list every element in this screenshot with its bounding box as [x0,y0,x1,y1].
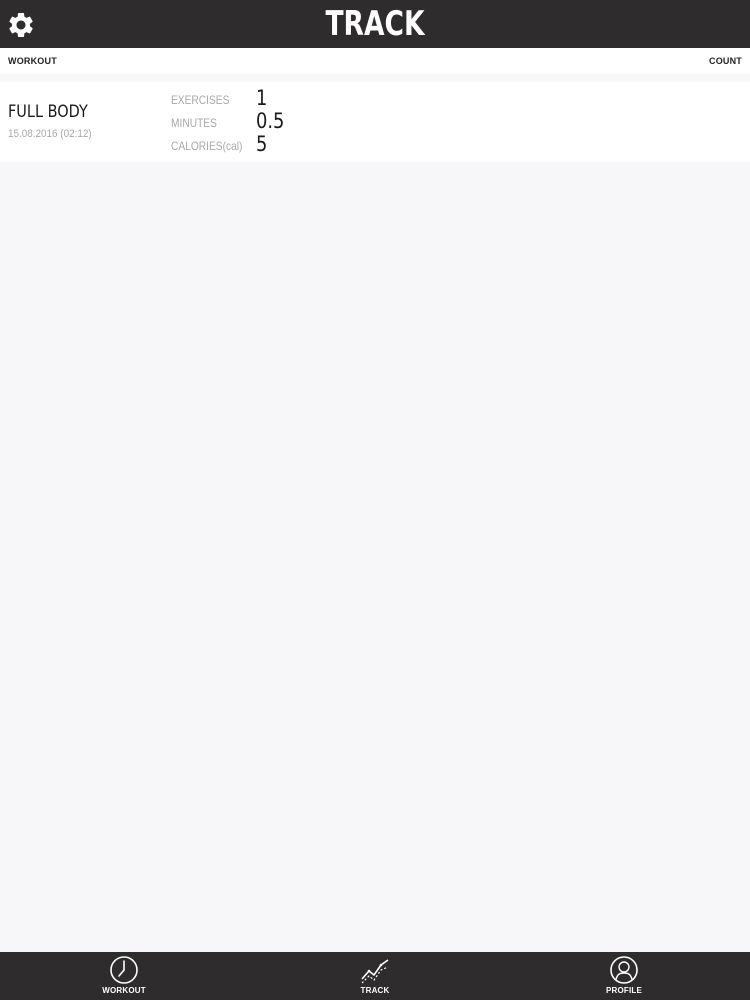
stat-value: 1 [256,86,268,110]
stat-value: 5 [256,132,268,156]
profile-icon [609,955,639,985]
column-header-workout: WORKOUT [8,56,57,66]
tab-profile[interactable]: PROFILE [584,952,664,1000]
workout-list-item[interactable]: FULL BODY 15.08.2016 (02:12) EXERCISES 1… [0,82,750,162]
stat-calories: CALORIES(cal) 5 [171,132,371,156]
clock-icon [109,955,139,985]
stat-label: MINUTES [171,116,217,130]
column-header-count: COUNT [709,56,742,66]
settings-button[interactable] [6,10,36,40]
stat-minutes: MINUTES 0.5 [171,109,371,133]
top-bar: TRACK [0,0,750,48]
tab-label: TRACK [360,986,390,995]
stat-label: EXERCISES [171,93,230,107]
page-title: TRACK [325,4,425,44]
stat-label: CALORIES(cal) [171,139,243,153]
chart-line-icon [360,955,390,985]
app-root: TRACK WORKOUT COUNT FULL BODY 15.08.2016… [0,0,750,1000]
workout-date: 15.08.2016 (02:12) [8,128,92,140]
bottom-tab-bar: WORKOUT TRACK PROFILE [0,952,750,1000]
stat-value: 0.5 [256,109,285,133]
tab-track[interactable]: TRACK [335,952,415,1000]
gear-icon [6,10,36,40]
stat-exercises: EXERCISES 1 [171,86,371,110]
tab-label: WORKOUT [102,986,146,995]
column-header-row: WORKOUT COUNT [0,48,750,74]
workout-name: FULL BODY [8,102,88,122]
tab-workout[interactable]: WORKOUT [84,952,164,1000]
tab-label: PROFILE [605,986,643,995]
